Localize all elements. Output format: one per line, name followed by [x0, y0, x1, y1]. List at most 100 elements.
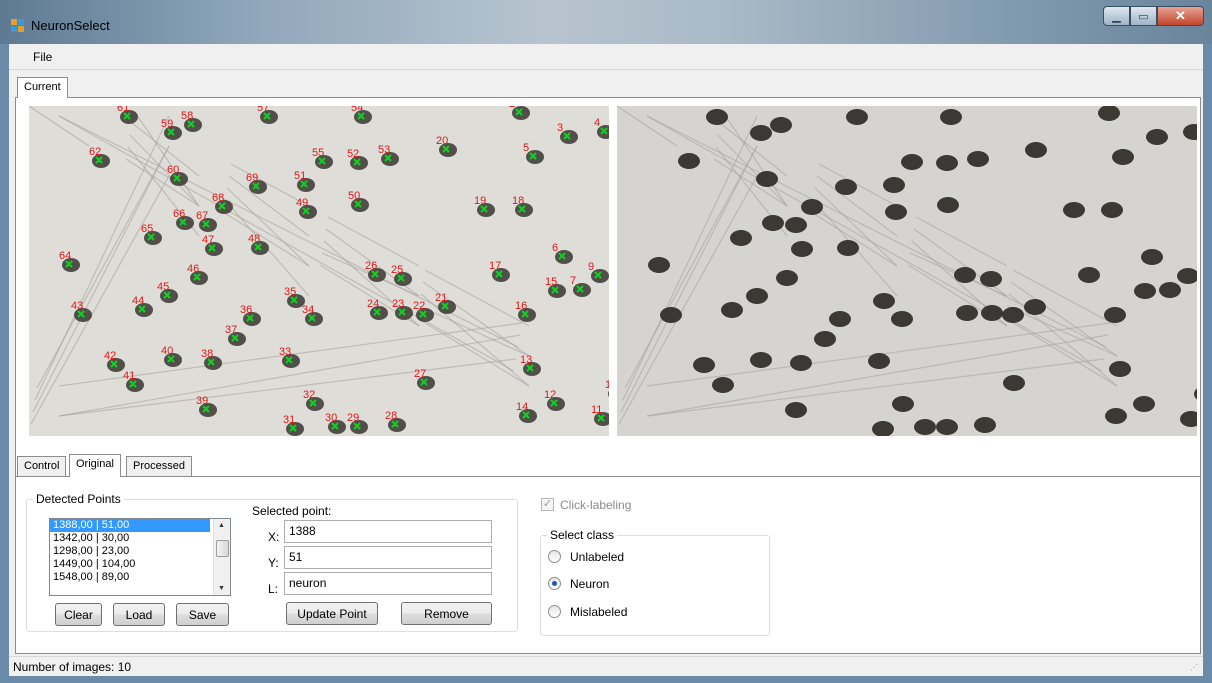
tab-control[interactable]: Control	[17, 456, 67, 476]
point-number-label: 33	[279, 346, 291, 358]
cell-body	[936, 155, 958, 171]
cell-body	[885, 204, 907, 220]
cell-body	[914, 419, 936, 435]
click-labeling-checkbox[interactable]: ✓	[541, 498, 554, 511]
radio-neuron[interactable]	[548, 577, 561, 590]
cell-body	[883, 177, 905, 193]
menu-bar: File	[9, 44, 1203, 70]
close-icon: ✕	[1175, 8, 1186, 23]
cell-body	[801, 199, 823, 215]
point-number-label: 42	[104, 350, 116, 362]
radio-neuron-label: Neuron	[570, 577, 610, 591]
cell-body	[1025, 142, 1047, 158]
point-number-label: 69	[246, 172, 258, 184]
cell-body	[756, 171, 778, 187]
point-number-label: 10	[605, 379, 609, 391]
point-number-label: 28	[385, 410, 397, 422]
cell-body	[648, 257, 670, 273]
cell-body	[776, 270, 798, 286]
scroll-thumb[interactable]	[216, 540, 229, 557]
point-number-label: 53	[378, 144, 390, 156]
resize-grip-icon[interactable]: ⋰	[1190, 663, 1200, 673]
y-field[interactable]: 51	[284, 546, 492, 569]
point-number-label: 25	[391, 264, 403, 276]
status-label: Number of images:	[13, 660, 115, 674]
title-bar: NeuronSelect ▁ ▭ ✕	[0, 0, 1212, 44]
point-number-label: 17	[489, 260, 501, 272]
point-number-label: 31	[283, 414, 295, 426]
list-item[interactable]: 1548,00 | 89,00	[50, 571, 230, 584]
cell-body	[868, 353, 890, 369]
window-title: NeuronSelect	[31, 18, 110, 33]
point-number-label: 57	[257, 106, 269, 114]
point-number-label: 50	[348, 190, 360, 202]
original-image-with-points[interactable]: 6158595754234625552532056069516849501918…	[29, 106, 609, 436]
list-item[interactable]: 1388,00 | 51,00	[50, 519, 210, 532]
point-number-label: 14	[516, 401, 528, 413]
menu-file[interactable]: File	[33, 50, 52, 64]
cell-body	[829, 311, 851, 327]
point-number-label: 52	[347, 148, 359, 160]
tab-processed[interactable]: Processed	[126, 456, 192, 476]
cell-body	[1134, 283, 1156, 299]
detected-points-list[interactable]: 1388,00 | 51,00 1342,00 | 30,00 1298,00 | …	[49, 518, 231, 596]
cell-body	[721, 302, 743, 318]
cell-body	[1024, 299, 1046, 315]
point-number-label: 37	[225, 324, 237, 336]
cell-body	[660, 307, 682, 323]
scroll-down-icon[interactable]: ▼	[218, 585, 225, 592]
save-button[interactable]: Save	[176, 603, 229, 626]
cell-body	[891, 311, 913, 327]
cell-body	[1002, 307, 1024, 323]
radio-mislabeled[interactable]	[548, 605, 561, 618]
point-number-label: 15	[545, 276, 557, 288]
minimize-icon: ▁	[1112, 10, 1121, 23]
cell-body	[1063, 202, 1085, 218]
cell-body	[901, 154, 923, 170]
point-number-label: 59	[161, 118, 173, 130]
point-number-label: 23	[392, 298, 404, 310]
point-number-label: 64	[59, 250, 71, 262]
point-number-label: 39	[196, 395, 208, 407]
click-labeling-label: Click-labeling	[560, 498, 632, 512]
point-number-label: 54	[351, 106, 363, 114]
label-field[interactable]: neuron	[284, 572, 492, 595]
point-number-label: 34	[302, 304, 314, 316]
point-number-label: 65	[141, 223, 153, 235]
update-point-button[interactable]: Update Point	[286, 602, 378, 625]
clear-button[interactable]: Clear	[55, 603, 102, 626]
cell-body	[956, 305, 978, 321]
radio-mislabeled-label: Mislabeled	[570, 605, 628, 619]
list-item[interactable]: 1449,00 | 104,00	[50, 558, 230, 571]
selected-point-heading: Selected point:	[252, 504, 332, 518]
cell-body	[750, 352, 772, 368]
cell-body	[837, 240, 859, 256]
cell-body	[693, 357, 715, 373]
tab-current[interactable]: Current	[17, 77, 68, 98]
x-field[interactable]: 1388	[284, 520, 492, 543]
cell-body	[954, 267, 976, 283]
list-scrollbar[interactable]: ▲ ▼	[213, 519, 230, 595]
close-button[interactable]: ✕	[1157, 6, 1204, 26]
point-number-label: 5	[523, 142, 529, 154]
cell-body	[940, 109, 962, 125]
point-number-label: 38	[201, 348, 213, 360]
point-number-label: 35	[284, 286, 296, 298]
point-number-label: 9	[588, 261, 594, 273]
radio-unlabeled[interactable]	[548, 550, 561, 563]
maximize-button[interactable]: ▭	[1130, 6, 1157, 26]
list-item[interactable]: 1298,00 | 23,00	[50, 545, 230, 558]
tab-original[interactable]: Original	[69, 454, 121, 477]
minimize-button[interactable]: ▁	[1103, 6, 1130, 26]
load-button[interactable]: Load	[113, 603, 165, 626]
cell-body	[1003, 375, 1025, 391]
scroll-up-icon[interactable]: ▲	[218, 522, 225, 529]
cell-body	[967, 151, 989, 167]
point-number-label: 4	[594, 117, 600, 129]
cell-body	[706, 109, 728, 125]
cell-body	[892, 396, 914, 412]
list-item[interactable]: 1342,00 | 30,00	[50, 532, 230, 545]
remove-button[interactable]: Remove	[401, 602, 492, 625]
cell-body	[1133, 396, 1155, 412]
cell-body	[1078, 267, 1100, 283]
